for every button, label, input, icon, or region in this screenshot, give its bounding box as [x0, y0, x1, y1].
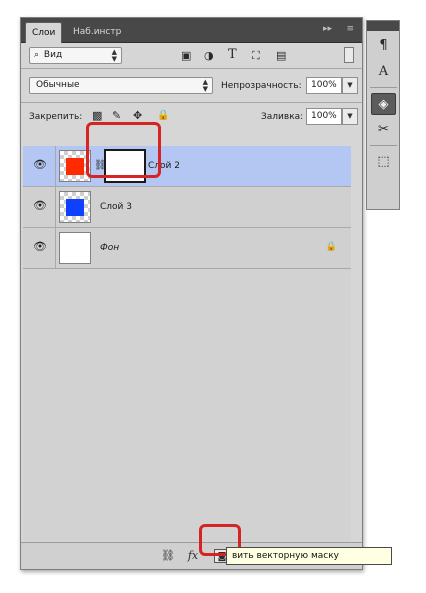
lock-image-brush-icon[interactable]: ✎: [112, 110, 121, 122]
fill-label: Заливка:: [261, 112, 304, 122]
3d-cubes-icon[interactable]: ⬚: [371, 151, 396, 173]
layers-panel: Слои Наб.инстр ▸▸ ≡ ⌕ Вид ▲ ▼ ▣ ◑ T ⛶ ▤ О…: [20, 17, 363, 570]
divider: [55, 146, 56, 186]
opacity-label: Непрозрачность:: [221, 81, 302, 91]
layers-panel-icon[interactable]: ◈: [371, 93, 396, 115]
lock-transparency-icon[interactable]: ▩: [92, 110, 102, 122]
paragraph-styles-icon[interactable]: ¶: [371, 35, 396, 57]
layer-name-background[interactable]: Фон: [100, 242, 119, 254]
tab-layers[interactable]: Слои: [25, 22, 63, 43]
layer-row-layer-2[interactable]: 👁 ⛓ Слой 2: [23, 146, 351, 187]
layer-color-swatch: [66, 199, 84, 216]
character-styles-icon[interactable]: A: [371, 61, 396, 83]
opacity-dropdown-icon[interactable]: ▼: [342, 77, 358, 94]
divider: [370, 87, 397, 88]
opacity-field[interactable]: 100%: [306, 77, 342, 94]
filter-toggle-icon[interactable]: [344, 47, 354, 63]
layer-name-layer-3[interactable]: Слой 3: [100, 201, 132, 213]
filter-type-icon[interactable]: T: [228, 48, 237, 61]
filter-kind-select[interactable]: ⌕ Вид ▲ ▼: [29, 47, 122, 64]
filter-pixel-icon[interactable]: ▣: [181, 50, 191, 62]
layer-row-layer-3[interactable]: 👁 Слой 3: [23, 187, 351, 228]
mask-highlight-outline: [86, 122, 161, 178]
select-arrows-icon: ▲ ▼: [202, 78, 208, 93]
divider: [370, 145, 397, 146]
layers-list: 👁 ⛓ Слой 2 👁 Слой 3 👁 Фон 🔒: [23, 146, 351, 541]
tools-scissors-icon[interactable]: ✂: [371, 119, 396, 141]
lock-all-icon[interactable]: 🔒: [157, 110, 169, 122]
visibility-eye-icon[interactable]: 👁: [33, 199, 47, 213]
divider: [55, 187, 56, 227]
tab-tool-presets[interactable]: Наб.инстр: [67, 22, 127, 43]
filter-kind-label: Вид: [43, 50, 63, 60]
fill-dropdown-icon[interactable]: ▼: [342, 108, 358, 125]
lock-icon: 🔒: [325, 242, 337, 252]
lock-label: Закрепить:: [29, 112, 83, 122]
layer-thumbnail[interactable]: [59, 232, 91, 264]
link-layers-icon[interactable]: ⛓: [160, 549, 176, 563]
lock-row: Закрепить: ▩ ✎ ✥ 🔒 Заливка: 100% ▼: [21, 103, 362, 131]
panel-menu-icon[interactable]: ≡: [346, 24, 354, 34]
search-icon: ⌕: [34, 50, 40, 60]
collapse-panel-icon[interactable]: ▸▸: [323, 24, 332, 34]
side-tool-strip: ¶ A ◈ ✂ ⬚: [366, 20, 400, 210]
layer-row-background[interactable]: 👁 Фон 🔒: [23, 228, 351, 269]
tooltip: вить векторную маску: [226, 547, 392, 565]
filter-smart-object-icon[interactable]: ▤: [276, 50, 286, 62]
lock-position-move-icon[interactable]: ✥: [133, 110, 142, 122]
divider: [55, 228, 56, 268]
fill-field[interactable]: 100%: [306, 108, 342, 125]
layer-thumbnail[interactable]: [59, 191, 91, 223]
visibility-eye-icon[interactable]: 👁: [33, 158, 47, 172]
blend-mode-select[interactable]: Обычные ▲ ▼: [29, 77, 213, 94]
filter-adjustment-icon[interactable]: ◑: [204, 50, 214, 62]
filter-shape-icon[interactable]: ⛶: [252, 50, 260, 62]
panel-tab-bar: Слои Наб.инстр ▸▸ ≡: [21, 18, 362, 43]
blend-mode-label: Обычные: [36, 80, 80, 90]
filter-row: ⌕ Вид ▲ ▼ ▣ ◑ T ⛶ ▤: [21, 43, 362, 66]
strip-grip: [367, 21, 399, 31]
blend-row: Обычные ▲ ▼ Непрозрачность: 100% ▼: [21, 69, 362, 99]
select-arrows-icon: ▲ ▼: [111, 48, 117, 63]
visibility-eye-icon[interactable]: 👁: [33, 240, 47, 254]
layer-color-swatch: [66, 158, 84, 175]
